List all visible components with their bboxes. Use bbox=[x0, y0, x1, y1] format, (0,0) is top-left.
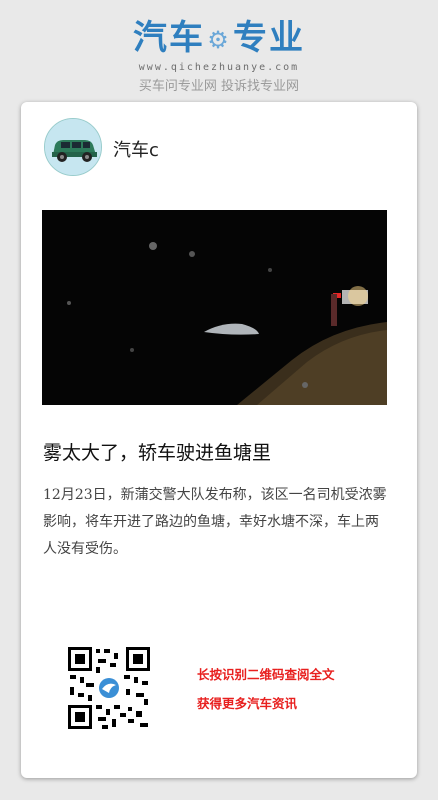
author-name[interactable]: 汽车c bbox=[113, 136, 159, 162]
brand-title-right: 专业 bbox=[233, 18, 305, 58]
qr-code[interactable] bbox=[68, 647, 150, 729]
brand-logo: 汽车⚙专业 bbox=[0, 18, 438, 60]
article-card: 汽车c 雾太大了，轿车驶进鱼塘里 12月23日，新蒲交警大队发布称，该区一名司机… bbox=[21, 102, 417, 778]
brand-header: 汽车⚙专业 www.qichezhuanye.com 买车问专业网 投诉找专业网 bbox=[0, 18, 438, 94]
brand-slogan: 买车问专业网 投诉找专业网 bbox=[138, 78, 300, 94]
article-headline: 雾太大了，轿车驶进鱼塘里 bbox=[43, 442, 272, 464]
article-photo bbox=[42, 210, 387, 405]
cta-scan-qr: 长按识别二维码查阅全文 bbox=[197, 667, 335, 682]
brand-url: www.qichezhuanye.com bbox=[138, 61, 300, 73]
brand-title-left: 汽车 bbox=[133, 18, 205, 58]
cta-more-info: 获得更多汽车资讯 bbox=[197, 696, 298, 711]
article-body: 12月23日，新蒲交警大队发布称，该区一名司机受浓雾影响，将车开进了路边的鱼塘，… bbox=[43, 487, 387, 557]
gear-icon: ⚙ bbox=[207, 25, 231, 54]
car-icon bbox=[45, 119, 101, 175]
author-avatar[interactable] bbox=[44, 118, 102, 176]
